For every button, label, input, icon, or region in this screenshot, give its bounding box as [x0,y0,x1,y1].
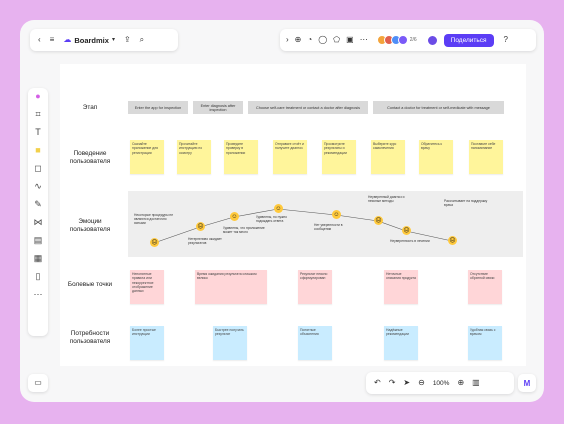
minimap-icon: ▭ [34,378,42,387]
timer-icon[interactable]: ◔ [307,36,312,44]
emotion-text: Удивлены, но нужно подождать ответа [256,215,287,224]
row-label-stage: Этап [82,104,98,111]
sad-face-icon: ☹ [196,222,205,231]
table-icon[interactable]: ▤ [34,236,43,245]
undo-icon[interactable]: ↶ [374,379,381,387]
stage-header[interactable]: Contact a doctor for treatment or self-m… [373,101,504,114]
app-title[interactable]: ☁ Boardmix ▾ [63,36,115,45]
redo-icon[interactable]: ↷ [389,379,396,387]
user-avatar[interactable] [426,34,438,46]
emotion-text: Неуверенный диагноз и неясные методы [368,195,405,204]
shapes-icon[interactable]: ◻ [34,164,41,173]
pain-sticky-note[interactable]: Время ожидания результата слишком велико [195,270,267,304]
chevron-down-icon: ▾ [111,37,115,43]
behavior-sticky-note[interactable]: Отправьте отчёт и получите диагноз [273,140,307,174]
needs-sticky-note[interactable]: Более простые инструкции [130,326,164,360]
happy-face-icon: ☺ [274,204,283,213]
needs-sticky-note[interactable]: Удобная связь с врачом [468,326,502,360]
collaborators[interactable]: 2/6 [376,35,417,45]
sad-face-icon: ☹ [402,226,411,235]
emotion-text: Нетерпеливо ожидает результатов [188,237,222,246]
color-palette-icon[interactable]: ● [35,92,40,101]
pen-icon[interactable]: ✎ [34,200,42,209]
emotion-text: Некоторые процедуры не являются достаточ… [134,213,174,226]
more-tools-icon[interactable]: ⋯ [34,290,43,299]
collapse-icon[interactable]: › [286,36,289,44]
template-icon[interactable]: ▦ [34,254,43,263]
menu-icon[interactable]: ≡ [50,36,55,44]
stage-header[interactable]: Choose self-care treatment or contact a … [248,101,368,114]
text-icon[interactable]: T [35,128,41,137]
needs-sticky-note[interactable]: Понятные объяснения [298,326,332,360]
ai-assistant-button[interactable]: M [518,374,536,392]
pain-sticky-note[interactable]: Неточные описания продукта [384,270,418,304]
app-name: Boardmix [74,35,109,45]
happy-face-icon: ☺ [332,210,341,219]
cursor-icon[interactable]: ➤ [403,379,410,387]
neutral-face-icon: ☺ [230,212,239,221]
comment-icon[interactable]: ◯ [318,36,327,44]
emotion-text: Удивлены, что приложение может так много [223,226,265,235]
help-icon[interactable]: ? [504,36,508,44]
needs-sticky-note[interactable]: Надёжные рекомендации [384,326,418,360]
add-icon[interactable]: ⊕ [295,36,302,44]
pain-sticky-note[interactable]: Результат неясно сформулирован [298,270,332,304]
row-label-pain: Болевые точки [67,281,113,288]
behavior-sticky-note[interactable]: Выберите курс самолечения [371,140,405,174]
row-label-behavior: Поведение пользователя [69,150,111,165]
stage-header[interactable]: Enter the app for inspection [128,101,188,114]
top-right-toolbar: › ⊕ ◔ ◯ ⬠ ▣ ⋯ 2/6 Поделиться ? [280,29,536,51]
board-canvas[interactable]: Этап Поведение пользователя Эмоции польз… [60,64,526,366]
upload-icon[interactable]: ⇪ [124,36,131,44]
cloud-logo-icon: ☁ [63,35,72,44]
avatar [397,35,408,45]
share-button[interactable]: Поделиться [443,33,494,47]
needs-sticky-note[interactable]: Быстрее получать результат [213,326,247,360]
pain-sticky-note[interactable]: Непонятные правила или некорректное отоб… [130,270,164,304]
behavior-sticky-note[interactable]: Просмотрите результаты и рекомендации [322,140,356,174]
behavior-sticky-note[interactable]: Поставьте себе напоминание [469,140,503,174]
search-icon[interactable]: ⌕ [140,36,144,44]
more-icon[interactable]: ⋯ [360,36,368,44]
frame-icon[interactable]: ⌗ [35,110,40,119]
stage-header[interactable]: Enter diagnosis after inspection [193,101,243,114]
emotions-lane: ☹ ☹ ☺ ☺ ☺ ☹ ☹ ☹ Некоторые процедуры не я… [128,191,523,257]
ai-logo-icon: M [523,378,531,388]
left-toolbar: ● ⌗ T ■ ◻ ∿ ✎ ⋈ ▤ ▦ ▯ ⋯ [28,88,48,336]
document-icon[interactable]: ▯ [36,272,41,281]
minimap-button[interactable]: ▭ [28,374,48,392]
sad-face-icon: ☹ [150,238,159,247]
top-left-toolbar: ‹ ≡ ☁ Boardmix ▾ ⇪ ⌕ [30,29,178,51]
behavior-sticky-note[interactable]: Прочитайте инструкцию по осмотру [177,140,211,174]
zoom-in-icon[interactable]: ⊕ [457,379,464,387]
collaborator-count-badge: 2/6 [409,37,417,43]
sad-face-icon: ☹ [448,236,457,245]
behavior-sticky-note[interactable]: Обратитесь к врачу [419,140,453,174]
behavior-sticky-note[interactable]: Скачайте приложение для регистрации [130,140,164,174]
app-window: ‹ ≡ ☁ Boardmix ▾ ⇪ ⌕ › ⊕ ◔ ◯ ⬠ ▣ ⋯ 2/6 П… [20,20,544,402]
mindmap-icon[interactable]: ⋈ [34,218,43,227]
panel-icon[interactable]: ▥ [472,379,480,387]
back-icon[interactable]: ‹ [38,36,41,44]
emotion-text: Неуверенность в лечении [390,239,430,243]
connector-icon[interactable]: ∿ [34,182,42,191]
row-label-needs: Потребности пользователя [69,330,111,345]
neutral-face-icon: ☹ [374,216,383,225]
emotion-text: Рассчитывает на поддержку врача [444,199,488,208]
shape-icon[interactable]: ⬠ [333,36,340,44]
present-icon[interactable]: ▣ [346,36,354,44]
zoom-level[interactable]: 100% [433,380,450,387]
sticky-note-icon[interactable]: ■ [35,146,40,155]
behavior-sticky-note[interactable]: Проведите проверку в приложении [224,140,258,174]
zoom-out-icon[interactable]: ⊖ [418,379,425,387]
pain-sticky-note[interactable]: Отсутствие обратной связи [468,270,502,304]
bottom-toolbar: ↶ ↷ ➤ ⊖ 100% ⊕ ▥ [366,372,514,394]
emotion-text: Нет уверенности в сообщении [314,223,343,232]
row-label-emotions: Эмоции пользователя [69,218,111,233]
